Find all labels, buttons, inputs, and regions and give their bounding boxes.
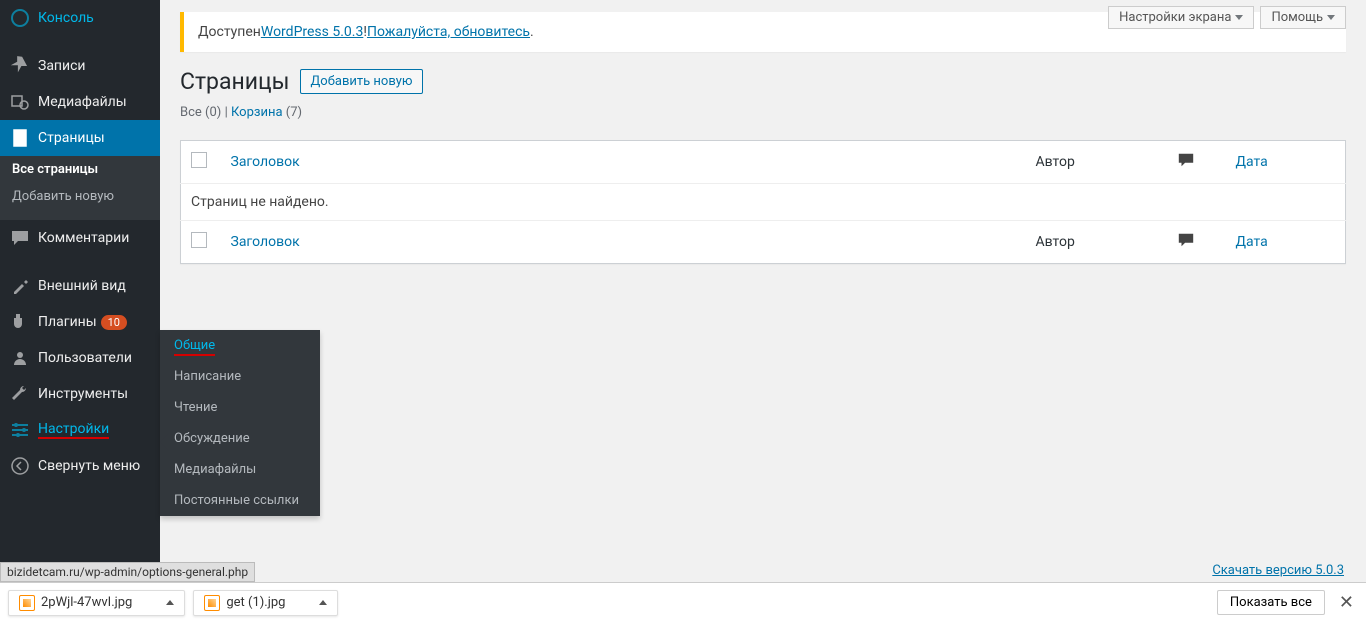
filter-links: Все (0) | Корзина (7) — [180, 105, 1346, 120]
sidebar-item-posts[interactable]: Записи — [0, 48, 160, 84]
filter-all-label: Все — [180, 105, 202, 120]
brush-icon — [10, 276, 30, 296]
flyout-item-media[interactable]: Медиафайлы — [160, 454, 320, 485]
settings-flyout: Общие Написание Чтение Обсуждение Медиаф… — [160, 330, 320, 516]
sidebar-label: Плагины — [38, 314, 97, 330]
file-icon — [204, 595, 220, 611]
flyout-item-reading[interactable]: Чтение — [160, 392, 320, 423]
caret-up-icon[interactable] — [319, 600, 327, 605]
wrench-icon — [10, 384, 30, 404]
sidebar-label: Комментарии — [38, 230, 129, 246]
close-downloads-icon[interactable]: ✕ — [1335, 592, 1358, 613]
sidebar-subitem-all-pages[interactable]: Все страницы — [0, 156, 160, 183]
flyout-item-permalinks[interactable]: Постоянные ссылки — [160, 485, 320, 516]
sidebar-label: Консоль — [38, 10, 94, 26]
comment-bubble-icon — [1176, 231, 1196, 249]
sidebar-item-dashboard[interactable]: Консоль — [0, 0, 160, 36]
select-all-footer[interactable] — [181, 221, 221, 264]
sidebar-label: Инструменты — [38, 386, 128, 402]
filter-all-count: (0) — [205, 105, 221, 120]
caret-down-icon — [1235, 15, 1243, 20]
sidebar-item-pages[interactable]: Страницы — [0, 120, 160, 156]
download-item[interactable]: get (1).jpg — [193, 590, 338, 616]
filter-trash-count: (7) — [286, 105, 302, 120]
main-content: Настройки экрана Помощь Доступен WordPre… — [160, 0, 1366, 560]
checkbox-icon[interactable] — [191, 232, 207, 248]
wordpress-version-link[interactable]: WordPress 5.0.3 — [261, 24, 363, 40]
download-item[interactable]: 2pWjl-47wvI.jpg — [8, 590, 185, 616]
sidebar-label: Свернуть меню — [38, 458, 140, 474]
comment-bubble-icon — [1176, 151, 1196, 169]
flyout-item-general[interactable]: Общие — [160, 330, 320, 361]
checkbox-icon[interactable] — [191, 152, 207, 168]
flyout-item-writing[interactable]: Написание — [160, 361, 320, 392]
show-all-downloads-button[interactable]: Показать все — [1217, 590, 1325, 615]
download-filename: 2pWjl-47wvI.jpg — [41, 595, 132, 610]
download-version-link[interactable]: Скачать версию 5.0.3 — [1212, 563, 1344, 578]
sidebar-label: Внешний вид — [38, 278, 126, 294]
file-icon — [19, 595, 35, 611]
notice-suffix: . — [530, 24, 534, 40]
col-comments-footer[interactable] — [1166, 221, 1226, 264]
sidebar-item-users[interactable]: Пользователи — [0, 340, 160, 376]
flyout-item-discussion[interactable]: Обсуждение — [160, 423, 320, 454]
sidebar-item-comments[interactable]: Комментарии — [0, 220, 160, 256]
filter-trash-link[interactable]: Корзина — [231, 105, 283, 120]
settings-icon — [10, 420, 30, 440]
sidebar-item-media[interactable]: Медиафайлы — [0, 84, 160, 120]
comment-icon — [10, 228, 30, 248]
sidebar-item-appearance[interactable]: Внешний вид — [0, 268, 160, 304]
collapse-icon — [10, 456, 30, 476]
sidebar-item-plugins[interactable]: Плагины 10 — [0, 304, 160, 340]
page-title: Страницы — [180, 68, 290, 95]
sidebar-subitem-add-page[interactable]: Добавить новую — [0, 183, 160, 210]
browser-status-bar: bizidetcam.ru/wp-admin/options-general.p… — [0, 562, 255, 582]
pin-icon — [10, 56, 30, 76]
col-date-footer[interactable]: Дата — [1226, 221, 1346, 264]
col-comments-header[interactable] — [1166, 141, 1226, 184]
sidebar-label: Записи — [38, 58, 86, 74]
page-icon — [10, 128, 30, 148]
media-icon — [10, 92, 30, 112]
sidebar-label: Страницы — [38, 130, 105, 146]
sidebar-label: Медиафайлы — [38, 94, 127, 110]
page-header: Страницы Добавить новую — [180, 68, 1346, 95]
dashboard-icon — [10, 8, 30, 28]
caret-up-icon[interactable] — [166, 600, 174, 605]
col-title-footer[interactable]: Заголовок — [221, 221, 1026, 264]
col-title-header[interactable]: Заголовок — [221, 141, 1026, 184]
col-author-header: Автор — [1026, 141, 1166, 184]
help-button[interactable]: Помощь — [1260, 6, 1346, 29]
screen-options-button[interactable]: Настройки экрана — [1108, 6, 1254, 29]
pages-table-wrap: Заголовок Автор Дата Страниц не найдено.… — [180, 140, 1346, 264]
admin-sidebar: Консоль Записи Медиафайлы Страницы Все с… — [0, 0, 160, 582]
downloads-bar: 2pWjl-47wvI.jpg get (1).jpg Показать все… — [0, 582, 1366, 622]
pages-table: Заголовок Автор Дата Страниц не найдено.… — [180, 140, 1346, 264]
sidebar-item-collapse[interactable]: Свернуть меню — [0, 448, 160, 484]
update-now-link[interactable]: Пожалуйста, обновитесь — [367, 24, 530, 40]
sidebar-label: Настройки — [38, 421, 109, 439]
download-filename: get (1).jpg — [226, 595, 285, 610]
sidebar-label: Пользователи — [38, 350, 132, 366]
empty-message: Страниц не найдено. — [181, 184, 1346, 221]
plugin-icon — [10, 312, 30, 332]
top-controls: Настройки экрана Помощь — [1108, 6, 1346, 29]
download-version-link-wrap: Скачать версию 5.0.3 — [1212, 563, 1344, 578]
col-author-footer: Автор — [1026, 221, 1166, 264]
select-all-header[interactable] — [181, 141, 221, 184]
caret-down-icon — [1327, 15, 1335, 20]
users-icon — [10, 348, 30, 368]
sidebar-item-tools[interactable]: Инструменты — [0, 376, 160, 412]
col-date-header[interactable]: Дата — [1226, 141, 1346, 184]
sidebar-item-settings[interactable]: Настройки — [0, 412, 160, 448]
notice-prefix: Доступен — [198, 24, 261, 40]
plugin-update-badge: 10 — [101, 315, 127, 330]
table-empty-row: Страниц не найдено. — [181, 184, 1346, 221]
add-new-button[interactable]: Добавить новую — [300, 69, 424, 94]
